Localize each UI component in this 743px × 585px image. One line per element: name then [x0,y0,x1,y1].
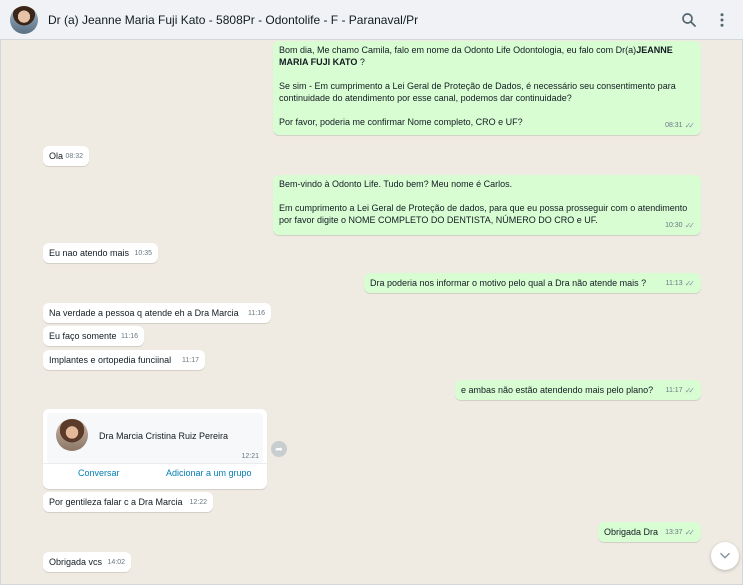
message-incoming[interactable]: Na verdade a pessoa q atende eh a Dra Ma… [43,303,271,323]
message-meta: 11:13 ✓✓ [665,278,696,290]
message-text: Implantes e ortopedia funciinal [49,355,172,365]
read-receipt-icon: ✓✓ [684,386,696,395]
forward-icon[interactable]: ➦ [271,441,287,457]
message-meta: 08:31 ✓✓ [665,120,695,132]
message-time: 13:37 [665,529,683,536]
message-text: e ambas não estão atendendo mais pelo pl… [461,385,654,395]
message-outgoing[interactable]: Dra poderia nos informar o motivo pelo q… [364,273,701,293]
contact-card-name: Dra Marcia Cristina Ruiz Pereira [99,431,229,441]
message-meta: 13:37 ✓✓ [665,527,695,539]
chat-title[interactable]: Dr (a) Jeanne Maria Fuji Kato - 5808Pr -… [48,13,418,27]
message-time: 10:35 [134,250,152,257]
message-text: Por gentileza falar c a Dra Marcia [49,497,183,507]
search-icon[interactable] [680,11,698,29]
message-outgoing[interactable]: Obrigada Dra 13:37 ✓✓ [598,522,701,542]
message-meta: 11:17 ✓✓ [665,385,696,397]
chevron-down-icon [720,552,730,559]
message-time: 11:16 [248,310,265,317]
chat-header[interactable]: Dr (a) Jeanne Maria Fuji Kato - 5808Pr -… [0,0,743,40]
message-text: Na verdade a pessoa q atende eh a Dra Ma… [49,308,239,318]
message-meta: 12:22 [189,497,207,509]
message-meta: 14:02 [107,557,125,569]
message-time: 11:13 [665,280,683,287]
message-text: Dra poderia nos informar o motivo pelo q… [370,278,647,288]
message-incoming[interactable]: Por gentileza falar c a Dra Marcia 12:22 [43,492,213,512]
message-text: Bom dia, Me chamo Camila, falo em nome d… [279,45,676,127]
message-meta: 10:35 [134,248,152,260]
contact-avatar[interactable] [10,6,38,34]
message-outgoing[interactable]: Bom dia, Me chamo Camila, falo em nome d… [273,41,701,135]
message-outgoing[interactable]: Bem-vindo à Odonto Life. Tudo bem? Meu n… [273,175,701,235]
read-receipt-icon: ✓✓ [684,528,696,537]
message-time: 08:31 [665,122,683,129]
message-time: 08:32 [65,153,83,160]
scroll-down-button[interactable] [711,542,739,570]
message-incoming[interactable]: Implantes e ortopedia funciinal 11:17 [43,350,205,370]
message-time: 12:22 [189,499,207,506]
message-incoming[interactable]: Obrigada vcs 14:02 [43,552,131,572]
message-time: 11:16 [121,333,138,340]
message-time: 11:17 [665,387,683,394]
message-time: 12:21 [241,453,259,460]
read-receipt-icon: ✓✓ [684,221,696,230]
message-time: 10:30 [665,222,683,229]
message-meta: 08:32 [65,151,83,163]
read-receipt-icon: ✓✓ [684,121,696,130]
read-receipt-icon: ✓✓ [684,279,696,288]
message-text: Bem-vindo à Odonto Life. Tudo bem? Meu n… [279,179,688,225]
message-meta: 11:16 [248,308,265,320]
message-time: 14:02 [107,559,125,566]
contact-card-header[interactable]: Dra Marcia Cristina Ruiz Pereira 12:21 [47,413,263,463]
message-incoming[interactable]: Eu faço somente 11:16 [43,326,144,346]
add-to-group-button[interactable]: Adicionar a um grupo [166,468,252,478]
message-outgoing[interactable]: e ambas não estão atendendo mais pelo pl… [455,380,701,400]
contact-card-message[interactable]: Dra Marcia Cristina Ruiz Pereira 12:21 C… [43,409,267,489]
message-time: 11:17 [182,357,199,364]
divider [43,463,267,464]
menu-icon[interactable] [713,11,731,29]
conversar-button[interactable]: Conversar [78,468,120,478]
message-incoming[interactable]: Eu nao atendo mais 10:35 [43,243,158,263]
message-meta: 10:30 ✓✓ [665,220,695,232]
contact-card-avatar [56,419,88,451]
message-meta: 11:17 [182,355,199,367]
message-incoming[interactable]: Ola 08:32 [43,146,89,166]
message-meta: 11:16 [121,331,138,343]
